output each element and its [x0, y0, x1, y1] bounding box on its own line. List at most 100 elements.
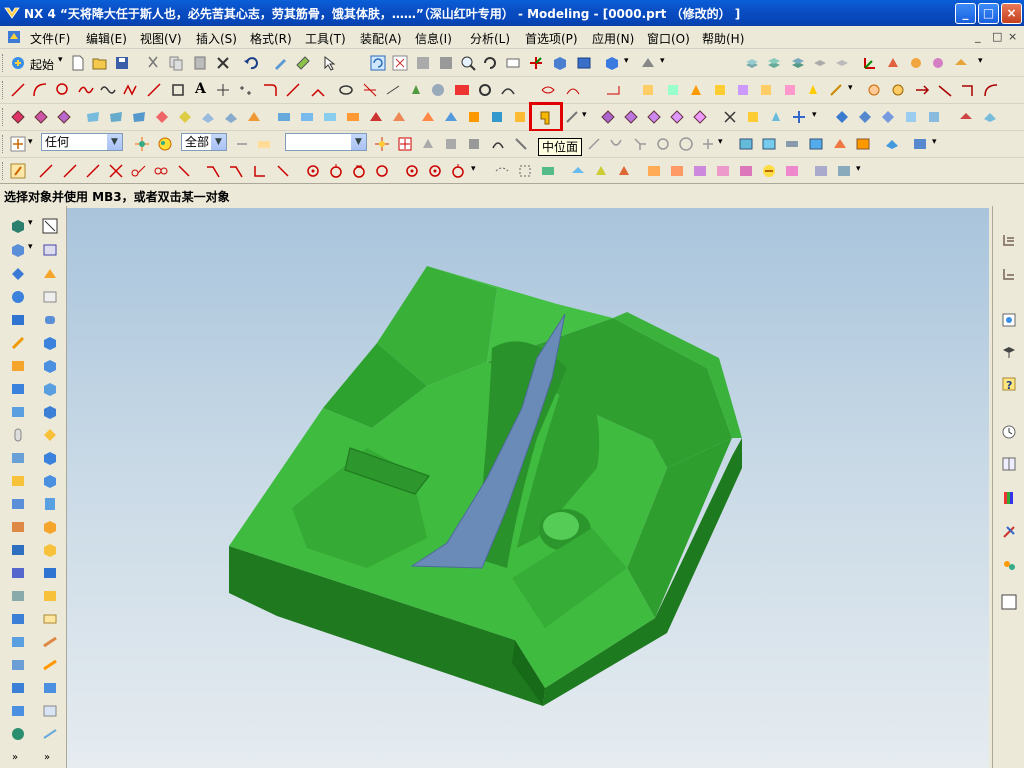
menu-insert[interactable]: 插入(S): [196, 30, 237, 47]
transform-dropdown-icon[interactable]: ▾: [812, 110, 817, 120]
chamfer-icon[interactable]: [669, 109, 685, 125]
section-surface-icon[interactable]: [177, 109, 193, 125]
snap-any-point-icon[interactable]: [700, 136, 716, 152]
sphere-icon[interactable]: [10, 289, 26, 305]
minimize-button[interactable]: _: [955, 3, 976, 24]
edit-curve-param-icon[interactable]: [688, 82, 704, 98]
flange-icon[interactable]: [391, 109, 407, 125]
menu-window[interactable]: 窗口(O): [647, 30, 690, 47]
start-dropdown-icon[interactable]: ▾: [58, 55, 63, 65]
left-toolbar-more-icon[interactable]: »: [12, 752, 18, 763]
edit-object-icon[interactable]: [272, 55, 288, 71]
assembly-nav-tab-icon[interactable]: [1001, 232, 1017, 248]
part-model-view[interactable]: [67, 208, 989, 768]
project-curve-icon[interactable]: [385, 82, 401, 98]
surface-through-curves-icon[interactable]: [85, 109, 101, 125]
wcs-dropdown-icon[interactable]: ▾: [978, 56, 983, 66]
ruler-icon[interactable]: [42, 634, 58, 650]
extension-icon[interactable]: [368, 109, 384, 125]
pocket-icon[interactable]: [10, 358, 26, 374]
infer-settings-icon[interactable]: [540, 163, 556, 179]
instance-icon[interactable]: [745, 109, 761, 125]
law-curve-icon[interactable]: [477, 82, 493, 98]
suppress-feature-icon[interactable]: [761, 163, 777, 179]
green-tool-icon[interactable]: [10, 726, 26, 742]
feature-dropdown-icon[interactable]: ▾: [582, 110, 587, 120]
quilt-icon[interactable]: [345, 109, 361, 125]
snap-icon[interactable]: [866, 82, 882, 98]
system-materials-tab-icon[interactable]: [1001, 594, 1017, 610]
mold-tools-icon[interactable]: [982, 109, 998, 125]
bridge-surface-icon[interactable]: [200, 109, 216, 125]
zoom-icon[interactable]: [460, 55, 476, 71]
snap-dropdown-icon[interactable]: ▾: [28, 137, 33, 147]
scope-combo[interactable]: 全部 ▼: [181, 133, 227, 151]
open-icon[interactable]: [92, 55, 108, 71]
stretch-icon[interactable]: [782, 82, 798, 98]
history-tab-icon[interactable]: [1001, 344, 1017, 360]
show-constraints-icon[interactable]: [404, 163, 420, 179]
process-studio-tab-icon[interactable]: [1001, 524, 1017, 540]
sew-icon[interactable]: [420, 109, 436, 125]
sketch-offset-icon[interactable]: [228, 163, 244, 179]
wrap-geometry-icon[interactable]: [926, 109, 942, 125]
through-mesh-icon[interactable]: [131, 109, 147, 125]
display-icon[interactable]: [295, 55, 311, 71]
trim-body-icon[interactable]: [512, 109, 528, 125]
shaded-dropdown-icon[interactable]: ▾: [624, 56, 629, 66]
edge-blend-icon[interactable]: [600, 109, 616, 125]
datum-plane-icon[interactable]: [42, 218, 58, 234]
save-icon[interactable]: [114, 55, 130, 71]
revolve-icon[interactable]: [33, 109, 49, 125]
sketch-fillet-icon[interactable]: [130, 163, 146, 179]
edit-curve-icon[interactable]: [665, 82, 681, 98]
constraint-concentric-icon[interactable]: [351, 163, 367, 179]
pad-icon[interactable]: [10, 381, 26, 397]
slot-icon[interactable]: [10, 427, 26, 443]
fillet-curve-icon[interactable]: [262, 82, 278, 98]
paste-icon[interactable]: [192, 55, 208, 71]
snap-on-surface-icon[interactable]: [608, 136, 624, 152]
face-analysis-icon[interactable]: [640, 55, 656, 71]
split-solid-icon[interactable]: [42, 519, 58, 535]
cone-icon[interactable]: [10, 266, 26, 282]
point-construct-icon[interactable]: [42, 289, 58, 305]
snap-end-icon[interactable]: [890, 82, 906, 98]
move-feature-icon[interactable]: [692, 163, 708, 179]
menu-analysis[interactable]: 分析(L): [470, 30, 510, 47]
rectangle-icon[interactable]: [170, 82, 186, 98]
remove-parameters-icon[interactable]: [836, 163, 852, 179]
mdi-restore-button[interactable]: □: [992, 30, 1002, 43]
sketch-line-icon[interactable]: [62, 163, 78, 179]
user-defined-icon[interactable]: [10, 473, 26, 489]
transform-icon[interactable]: [722, 109, 738, 125]
text-icon[interactable]: A: [195, 81, 206, 97]
section-curve-icon[interactable]: [430, 82, 446, 98]
extrude-icon[interactable]: [10, 109, 26, 125]
constraint-equal-icon[interactable]: [374, 163, 390, 179]
snap-control-icon[interactable]: [420, 136, 436, 152]
orient-view-icon[interactable]: [528, 55, 544, 71]
sheet-body-icon[interactable]: [42, 703, 58, 719]
mdi-close-button[interactable]: ×: [1008, 30, 1017, 43]
sketch-mirror-icon[interactable]: [252, 163, 268, 179]
extract-geometry-icon[interactable]: [10, 496, 26, 512]
tapered-icon[interactable]: [42, 542, 58, 558]
type-filter-combo[interactable]: 任何 ▼: [41, 133, 123, 151]
menu-info[interactable]: 信息(I): [415, 30, 452, 47]
convert-reference-icon[interactable]: [494, 163, 510, 179]
trim-solid-icon[interactable]: [42, 496, 58, 512]
maximize-button[interactable]: □: [978, 3, 999, 24]
app-menu-icon[interactable]: [6, 29, 22, 45]
arc-length-icon[interactable]: [758, 82, 774, 98]
datum-csys-icon[interactable]: [42, 266, 58, 282]
snap-circle-icon[interactable]: [655, 136, 671, 152]
cylinder-dropdown-icon[interactable]: ▾: [28, 242, 33, 252]
body-icon[interactable]: [10, 703, 26, 719]
zoom-box-icon[interactable]: [438, 55, 454, 71]
playback-icon[interactable]: [813, 163, 829, 179]
divide-curve-icon[interactable]: [735, 82, 751, 98]
spline-icon[interactable]: [78, 82, 94, 98]
wcs-orient-icon[interactable]: [885, 55, 901, 71]
snap-end-point-icon[interactable]: [374, 136, 390, 152]
